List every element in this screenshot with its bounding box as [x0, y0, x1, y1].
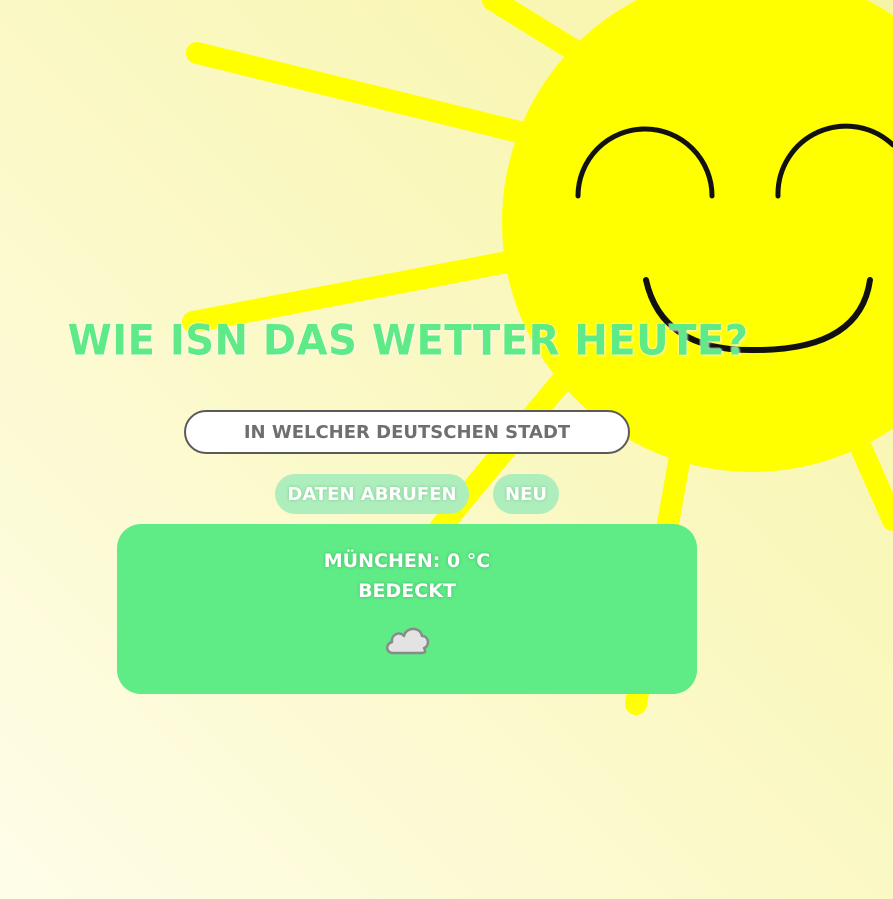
city-temperature: München: 0 °C	[323, 550, 491, 572]
city-search-input[interactable]	[184, 410, 630, 454]
weather-result-card: München: 0 °C Bedeckt	[117, 524, 697, 694]
page-title-text: Wie isn das Wetter heute?	[67, 316, 749, 366]
fetch-data-button[interactable]: Daten abrufen	[275, 474, 469, 514]
sun-ray	[186, 42, 571, 153]
sun-ray	[182, 241, 571, 333]
new-button[interactable]: Neu	[493, 474, 559, 514]
page-title: Wie isn das Wetter heute?	[0, 316, 816, 366]
cloud-icon	[386, 627, 430, 655]
weather-condition: Bedeckt	[358, 580, 456, 602]
sun-body	[502, 0, 893, 472]
